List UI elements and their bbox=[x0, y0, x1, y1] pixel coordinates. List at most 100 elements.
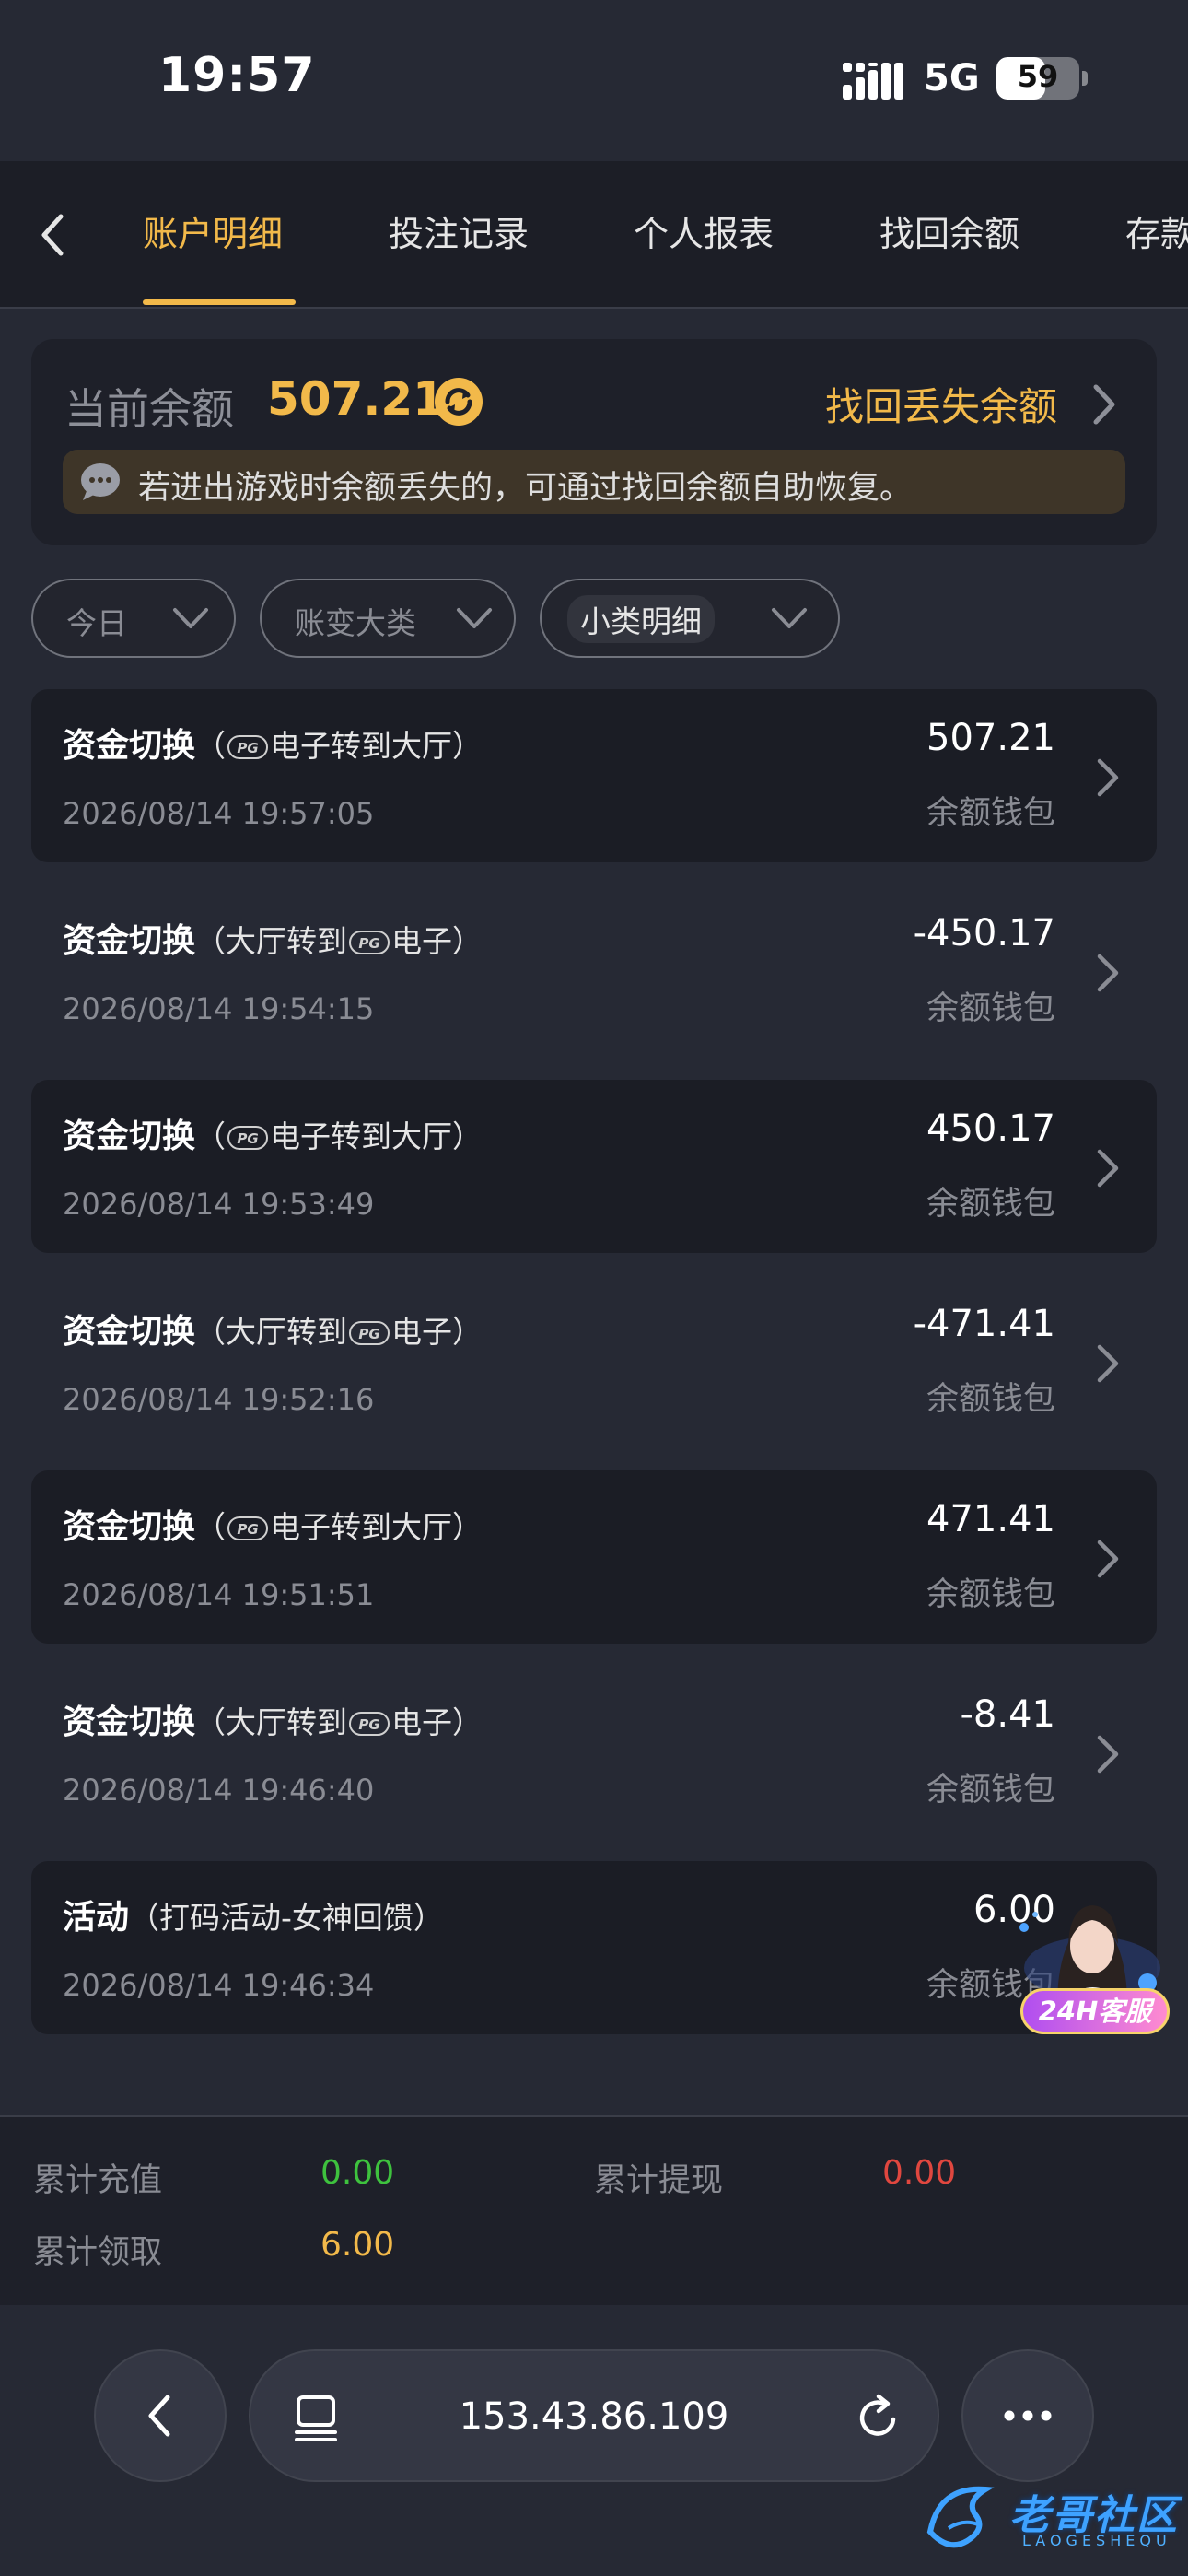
reload-icon[interactable] bbox=[853, 2392, 904, 2443]
record-type: 资金切换 bbox=[63, 727, 196, 765]
filter-subcategory[interactable]: 小类明细 bbox=[540, 579, 840, 658]
tab-deposit[interactable]: 存款 bbox=[1125, 205, 1188, 256]
notice-bar: 若进出游戏时余额丢失的，可通过找回余额自助恢复。 bbox=[63, 450, 1125, 514]
back-button[interactable] bbox=[20, 203, 85, 267]
record-detail: （ PG 电子转到大厅） bbox=[195, 1118, 483, 1154]
record-detail-text: （大厅转到 bbox=[195, 1704, 348, 1740]
claim-total-label: 累计领取 bbox=[33, 2234, 163, 2271]
record-type: 资金切换 bbox=[63, 1118, 196, 1155]
chat-bubble-icon bbox=[81, 463, 120, 500]
record-time: 2026/08/14 19:57:05 bbox=[63, 796, 375, 831]
record-detail: （大厅转到 PG 电子） bbox=[195, 923, 483, 959]
record-title: 资金切换（ PG 电子转到大厅） bbox=[63, 719, 483, 767]
tab-recover-balance[interactable]: 找回余额 bbox=[879, 205, 1019, 256]
filter-category[interactable]: 账变大类 bbox=[260, 579, 516, 658]
record-title: 资金切换（大厅转到 PG 电子） bbox=[63, 914, 483, 962]
svg-text:PG: PG bbox=[237, 740, 258, 756]
record-time: 2026/08/14 19:46:40 bbox=[63, 1773, 375, 1808]
tab-active-indicator bbox=[143, 299, 296, 305]
support-widget[interactable]: 24H客服 bbox=[1011, 1879, 1177, 2047]
record-detail-text: 电子） bbox=[391, 1704, 483, 1740]
record-title: 资金切换（ PG 电子转到大厅） bbox=[63, 1109, 483, 1157]
record-type: 资金切换 bbox=[63, 1313, 196, 1351]
pg-logo-icon: PG bbox=[349, 1712, 390, 1736]
withdraw-total-value: 0.00 bbox=[882, 2154, 957, 2192]
record-detail-text: （大厅转到 bbox=[195, 1314, 348, 1350]
record-time: 2026/08/14 19:51:51 bbox=[63, 1577, 375, 1612]
tab-account-detail[interactable]: 账户明细 bbox=[143, 205, 283, 256]
browser-back-button[interactable] bbox=[94, 2349, 227, 2482]
watermark-sub: LAOGESHEQU bbox=[1022, 2532, 1171, 2549]
record-detail-text: （ bbox=[195, 728, 227, 764]
record-amount: -471.41 bbox=[913, 1303, 1055, 1345]
tab-bet-records[interactable]: 投注记录 bbox=[389, 205, 529, 256]
record-detail-text: 电子转到大厅） bbox=[270, 728, 483, 764]
chevron-left-icon bbox=[148, 2395, 170, 2437]
more-dots-icon bbox=[1004, 2410, 1052, 2421]
record-detail: （打码活动-女神回馈） bbox=[129, 1900, 444, 1936]
watermark: 老哥社区 LAOGESHEQU bbox=[921, 2476, 1179, 2559]
chevron-down-icon bbox=[457, 608, 492, 628]
record-amount: 450.17 bbox=[926, 1107, 1055, 1150]
claim-total-value: 6.00 bbox=[320, 2226, 395, 2264]
chevron-right-icon bbox=[1097, 758, 1119, 797]
tab-personal-report[interactable]: 个人报表 bbox=[634, 205, 774, 256]
chevron-right-icon bbox=[1097, 1735, 1119, 1774]
recover-lost-balance-link[interactable]: 找回丢失余额 bbox=[825, 376, 1057, 432]
battery-icon: 59 bbox=[996, 57, 1079, 100]
address-bar[interactable]: 153.43.86.109 bbox=[249, 2349, 939, 2482]
refresh-icon[interactable] bbox=[433, 376, 484, 427]
record-detail-text: 电子） bbox=[391, 923, 483, 959]
record-detail-text: （ bbox=[195, 1118, 227, 1154]
status-bar: 19:57 5G 59 bbox=[0, 0, 1188, 161]
chevron-right-icon bbox=[1097, 1540, 1119, 1578]
chevron-right-icon bbox=[1097, 954, 1119, 992]
battery-tip bbox=[1082, 71, 1088, 86]
record-detail: （ PG 电子转到大厅） bbox=[195, 1509, 483, 1545]
balance-value: 507.21 bbox=[267, 372, 445, 426]
record-row[interactable]: 资金切换（ PG 电子转到大厅） 2026/08/14 19:51:51 471.41 余… bbox=[31, 1470, 1157, 1644]
pg-logo-icon: PG bbox=[349, 1321, 390, 1345]
record-row[interactable]: 资金切换（ PG 电子转到大厅） 2026/08/14 19:53:49 450.17 余… bbox=[31, 1080, 1157, 1253]
chevron-down-icon bbox=[772, 608, 807, 628]
record-detail: （大厅转到 PG 电子） bbox=[195, 1704, 483, 1740]
record-amount: 471.41 bbox=[926, 1498, 1055, 1540]
record-wallet: 余额钱包 bbox=[926, 1576, 1055, 1613]
pg-logo-icon: PG bbox=[349, 931, 390, 954]
record-row[interactable]: 资金切换（大厅转到 PG 电子） 2026/08/14 19:52:16 -471.41… bbox=[31, 1275, 1157, 1448]
svg-text:PG: PG bbox=[237, 1130, 258, 1147]
chevron-right-icon[interactable] bbox=[1085, 381, 1122, 427]
browser-toolbar: 153.43.86.109 老哥社区 LAOGESHEQU bbox=[0, 2305, 1188, 2576]
support-avatar-icon bbox=[1019, 1905, 1160, 1999]
record-row[interactable]: 资金切换（ PG 电子转到大厅） 2026/08/14 19:57:05 507.21 余… bbox=[31, 689, 1157, 862]
record-row[interactable]: 资金切换（大厅转到 PG 电子） 2026/08/14 19:54:15 -450.17… bbox=[31, 884, 1157, 1058]
withdraw-total-label: 累计提现 bbox=[594, 2162, 724, 2199]
record-type: 资金切换 bbox=[63, 1704, 196, 1741]
record-time: 2026/08/14 19:53:49 bbox=[63, 1187, 375, 1222]
record-title: 资金切换（大厅转到 PG 电子） bbox=[63, 1695, 483, 1743]
record-detail: （大厅转到 PG 电子） bbox=[195, 1314, 483, 1350]
record-row[interactable]: 资金切换（大厅转到 PG 电子） 2026/08/14 19:46:40 -8.41 余额… bbox=[31, 1666, 1157, 1839]
pg-logo-icon: PG bbox=[227, 1516, 269, 1540]
record-amount: -8.41 bbox=[960, 1693, 1056, 1736]
filter-date-label: 今日 bbox=[66, 605, 127, 641]
svg-text:PG: PG bbox=[358, 1326, 379, 1342]
network-label: 5G bbox=[924, 57, 980, 100]
record-amount: 507.21 bbox=[926, 717, 1055, 759]
summary-panel: 累计充值 0.00 累计提现 0.00 累计领取 6.00 bbox=[0, 2115, 1188, 2305]
filter-category-label: 账变大类 bbox=[295, 605, 416, 641]
record-row[interactable]: 活动（打码活动-女神回馈） 2026/08/14 19:46:34 6.00 余额钱包 bbox=[31, 1861, 1157, 2034]
filter-date[interactable]: 今日 bbox=[31, 579, 236, 658]
record-wallet: 余额钱包 bbox=[926, 990, 1055, 1027]
pg-logo-icon: PG bbox=[227, 735, 269, 759]
notice-text: 若进出游戏时余额丢失的，可通过找回余额自助恢复。 bbox=[138, 470, 913, 507]
record-title: 资金切换（大厅转到 PG 电子） bbox=[63, 1305, 483, 1352]
chevron-right-icon bbox=[1097, 1344, 1119, 1383]
record-type: 资金切换 bbox=[63, 1508, 196, 1546]
status-time: 19:57 bbox=[158, 48, 316, 103]
battery-level: 59 bbox=[1017, 59, 1059, 94]
record-detail-text: （大厅转到 bbox=[195, 923, 348, 959]
pg-logo-icon: PG bbox=[227, 1126, 269, 1150]
more-options-button[interactable] bbox=[961, 2349, 1094, 2482]
chevron-left-icon bbox=[41, 214, 64, 256]
